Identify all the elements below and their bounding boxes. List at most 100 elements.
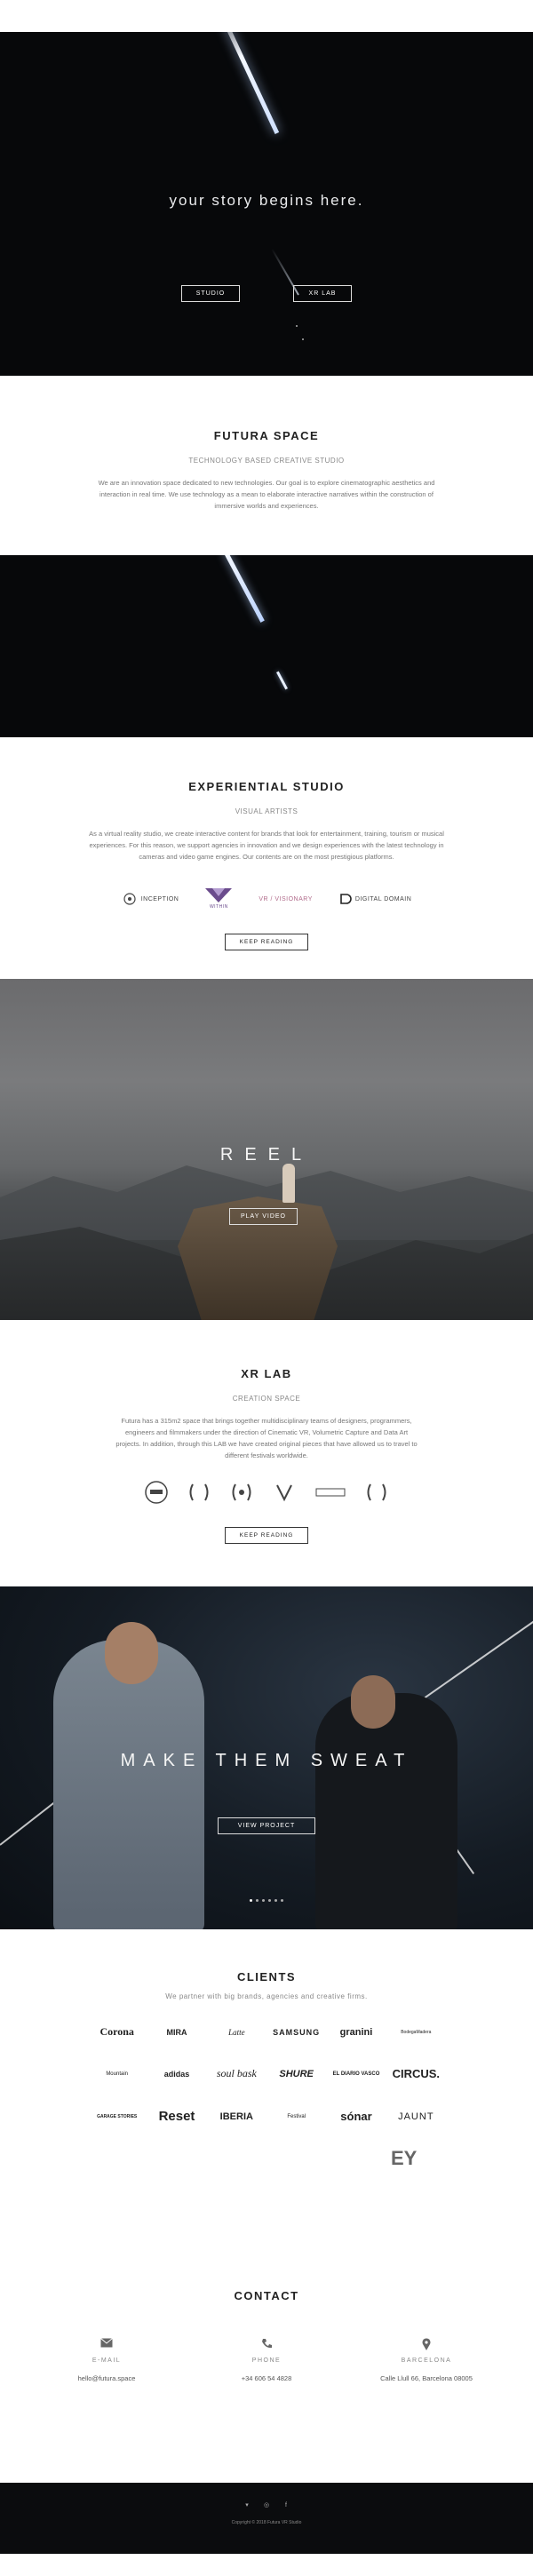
carousel-dot[interactable]: [262, 1899, 265, 1902]
light-line: [417, 1620, 533, 1704]
copyright: Copyright © 2018 Futura VR Studio: [231, 2520, 302, 2525]
spark: [302, 338, 304, 340]
vimeo-icon[interactable]: ▾: [243, 2502, 251, 2509]
laurel-icon: [187, 1480, 211, 1505]
client-logo: sónar: [340, 2110, 372, 2123]
project-section: MAKE THEM SWEAT VIEW PROJECT: [0, 1586, 533, 1929]
light-beam: [223, 555, 265, 623]
inception-logo: INCEPTION: [122, 893, 179, 905]
festival-logo-icon: [314, 1480, 346, 1505]
carousel-dot[interactable]: [281, 1899, 283, 1902]
section-text: Futura has a 315m2 space that brings tog…: [115, 1417, 418, 1459]
client-logo: SHURE: [279, 2068, 314, 2079]
phone-icon: [195, 2338, 338, 2350]
client-logo: Festival: [287, 2113, 306, 2119]
client-logo: JAUNT: [398, 2111, 434, 2122]
client-logo: EL DIARIO VASCO: [332, 2071, 380, 2077]
client-logo: Reset: [158, 2109, 195, 2124]
client-logo: adidas: [163, 2069, 190, 2079]
phone-label: PHONE: [251, 2357, 282, 2364]
carousel-dot[interactable]: [268, 1899, 271, 1902]
light-beam-secondary: [276, 671, 288, 690]
phone-link[interactable]: +34 606 54 4828: [195, 2374, 338, 2382]
logo-label: WITHIN: [209, 904, 228, 910]
hero-section: your story begins here. STUDIO XR LAB: [0, 32, 533, 376]
v-award-icon: [272, 1480, 297, 1505]
client-logo: MIRA: [166, 2027, 187, 2037]
client-logo: soul bask: [216, 2067, 257, 2079]
page: your story begins here. STUDIO XR LAB FU…: [0, 0, 533, 2576]
email-link[interactable]: hello@futura.space: [36, 2374, 178, 2382]
email-label: E-MAIL: [91, 2357, 122, 2364]
light-beam: [215, 32, 280, 135]
contact-section: CONTACT E-MAIL hello@futura.space PHONE …: [0, 2249, 533, 2483]
section-text: We are an innovation space dedicated to …: [98, 479, 435, 510]
address-label: BARCELONA: [401, 2357, 452, 2364]
player-head: [351, 1675, 395, 1729]
facebook-icon[interactable]: f: [282, 2502, 290, 2509]
play-video-button[interactable]: PLAY VIDEO: [229, 1208, 298, 1225]
section-title: XR LAB: [241, 1367, 292, 1380]
within-icon: [205, 888, 233, 902]
clients-section: CLIENTS We partner with big brands, agen…: [0, 1929, 533, 2249]
address-text: Calle Llull 66, Barcelona 08005: [380, 2374, 473, 2382]
player-figure: [315, 1693, 457, 1929]
contact-phone: PHONE +34 606 54 4828: [195, 2338, 338, 2382]
client-logo: Corona: [99, 2025, 134, 2038]
client-logos: Corona MIRA Latte SAMSUNG granini Bodega…: [89, 2025, 444, 2124]
client-logo: CIRCUS.: [392, 2067, 441, 2080]
xr-lab-section: XR LAB CREATION SPACE Futura has a 315m2…: [0, 1320, 533, 1586]
logo-label: VR / VISIONARY: [259, 895, 313, 902]
client-logo: SAMSUNG: [273, 2027, 321, 2037]
logo-label: DIGITAL DOMAIN: [354, 895, 412, 902]
instagram-icon[interactable]: ◎: [263, 2502, 270, 2509]
dark-image-band: [0, 555, 533, 737]
xr-lab-button[interactable]: XR LAB: [293, 285, 352, 302]
within-logo: WITHIN: [205, 888, 233, 910]
section-subtitle: CREATION SPACE: [232, 1395, 301, 1403]
contact-email: E-MAIL hello@futura.space: [36, 2338, 178, 2382]
client-logo: Latte: [228, 2027, 245, 2037]
reel-section: REEL PLAY VIDEO: [0, 979, 533, 1320]
map-pin-icon: [355, 2338, 497, 2350]
digital-domain-logo: DIGITAL DOMAIN: [339, 893, 411, 905]
keep-reading-button[interactable]: KEEP READING: [224, 1527, 309, 1544]
player-head: [105, 1622, 158, 1684]
carousel-dot[interactable]: [250, 1899, 252, 1902]
view-project-button[interactable]: VIEW PROJECT: [218, 1817, 315, 1834]
hero-buttons: STUDIO XR LAB: [0, 285, 533, 302]
visionary-logo: VR / VISIONARY: [259, 896, 313, 902]
section-subtitle: We partner with big brands, agencies and…: [165, 1992, 368, 2000]
social-icons: ▾ ◎ f: [0, 2502, 533, 2509]
section-title: CLIENTS: [236, 1970, 297, 1984]
laurel-icon: [364, 1480, 389, 1505]
logo-label: INCEPTION: [140, 895, 179, 902]
carousel-dot[interactable]: [256, 1899, 259, 1902]
spark: [296, 325, 298, 327]
section-title: FUTURA SPACE: [213, 429, 320, 442]
top-bar: [0, 0, 533, 32]
client-logo: granini: [339, 2026, 373, 2038]
carousel-dots: [0, 1899, 533, 1902]
client-logo: EY: [391, 2147, 418, 2169]
carousel-dot[interactable]: [274, 1899, 277, 1902]
award-icon: [144, 1480, 169, 1505]
contact-address: BARCELONA Calle Llull 66, Barcelona 0800…: [355, 2338, 497, 2382]
section-text: As a virtual reality studio, we create i…: [89, 830, 444, 861]
hero-title: your story begins here.: [169, 192, 364, 209]
client-logo: IBERIA: [219, 2111, 253, 2122]
inception-icon: [123, 893, 136, 905]
laurel-icon: [229, 1480, 254, 1505]
experiential-section: EXPERIENTIAL STUDIO VISUAL ARTISTS As a …: [0, 737, 533, 979]
envelope-icon: [36, 2338, 178, 2350]
section-title: EXPERIENTIAL STUDIO: [188, 780, 345, 793]
client-logo: Mountain: [106, 2071, 128, 2077]
studio-button[interactable]: STUDIO: [181, 285, 240, 302]
client-logo: BodegaMadera: [401, 2029, 432, 2035]
digital-domain-icon: [340, 894, 352, 904]
section-subtitle: TECHNOLOGY BASED CREATIVE STUDIO: [188, 457, 345, 465]
contact-columns: E-MAIL hello@futura.space PHONE +34 606 …: [36, 2338, 497, 2382]
person-figure: [282, 1164, 295, 1203]
award-logos: [0, 1479, 533, 1506]
keep-reading-button[interactable]: KEEP READING: [224, 934, 309, 950]
